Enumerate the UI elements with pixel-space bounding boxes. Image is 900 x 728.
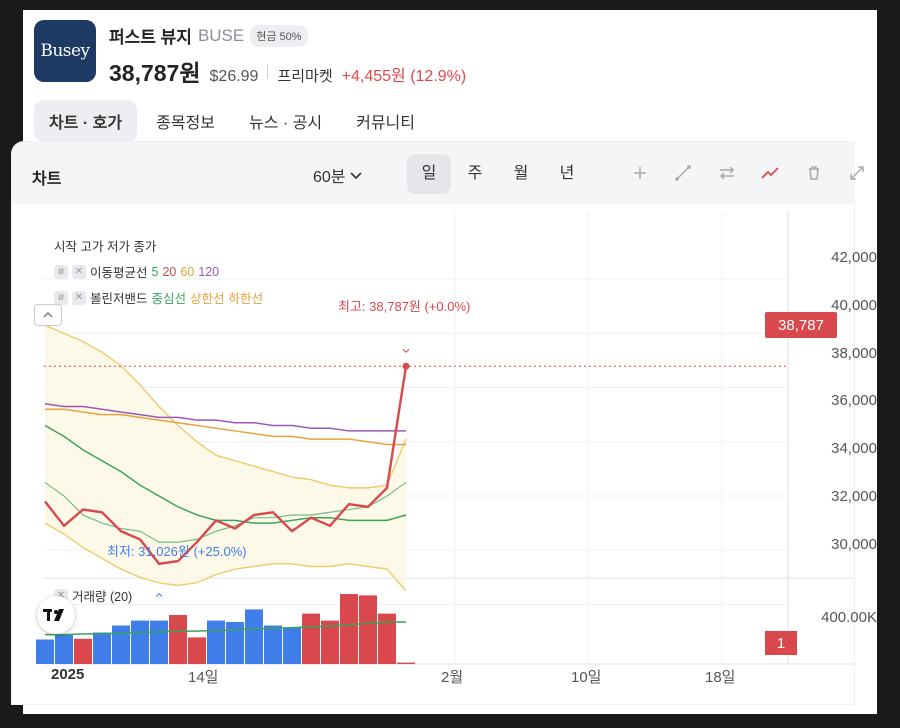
legend-ma: ø ✕ 이동평균선 5 20 60 120	[54, 262, 219, 281]
legend-ohlc-label: 시작 고가 저가 종가	[54, 240, 157, 254]
legend-ohlc: 시작 고가 저가 종가	[54, 236, 156, 255]
x-tick-label: 2025	[51, 666, 85, 683]
y-tick-label: 38,000	[831, 345, 877, 362]
y-tick-label: 36,000	[831, 392, 877, 409]
volume-bar	[302, 613, 320, 664]
x-tick-label: 10일	[571, 669, 602, 686]
collapse-legend-button[interactable]	[34, 304, 62, 326]
x-tick-label: 14일	[188, 669, 219, 686]
volume-bar	[264, 625, 282, 664]
low-marker	[155, 592, 163, 597]
close-icon[interactable]: ✕	[72, 264, 86, 279]
volume-bar	[378, 613, 396, 664]
high-marker	[402, 348, 410, 353]
legend-bb-lower: 하한선	[228, 292, 264, 306]
y-tick-label: 34,000	[831, 440, 877, 457]
current-price-tag: 38,787	[765, 312, 837, 338]
volume-bar	[150, 620, 168, 664]
volume-bar	[245, 609, 263, 664]
legend-bb-label: 볼린저밴드	[90, 292, 148, 306]
chevron-up-icon	[43, 312, 53, 318]
volume-bar	[36, 639, 54, 664]
volume-bar	[359, 595, 377, 664]
last-price-point	[402, 362, 410, 370]
high-annotation: 최고: 38,787원 (+0.0%)	[338, 299, 471, 314]
x-tick-label: 18일	[705, 669, 736, 686]
volume-tag: 1	[765, 631, 797, 655]
volume-bar	[93, 632, 111, 664]
y-tick-label: 32,000	[831, 488, 877, 505]
volume-bar	[340, 594, 358, 664]
legend-ma-label: 이동평균선	[90, 266, 148, 280]
legend-volume-label: 거래량 (20)	[72, 590, 133, 604]
legend-bb: ø ✕ 볼린저밴드 중심선 상한선 하한선	[54, 288, 263, 307]
legend-ma120: 120	[198, 264, 220, 279]
price-chart[interactable]	[0, 0, 900, 728]
legend-ma60: 60	[180, 264, 195, 279]
close-icon[interactable]: ✕	[72, 290, 86, 305]
volume-axis-label: 400.00K	[821, 609, 877, 626]
volume-bar	[112, 625, 130, 664]
volume-bar	[397, 662, 415, 664]
legend-ma5: 5	[151, 264, 159, 279]
eye-off-icon[interactable]: ø	[54, 290, 68, 305]
eye-off-icon[interactable]: ø	[54, 264, 68, 279]
volume-bar	[55, 634, 73, 664]
y-tick-label: 40,000	[831, 297, 877, 314]
tradingview-icon	[43, 609, 64, 621]
volume-bar	[207, 620, 225, 664]
y-tick-label: 42,000	[831, 249, 877, 266]
volume-bar	[131, 620, 149, 664]
volume-bar	[283, 627, 301, 664]
volume-bar	[226, 622, 244, 664]
volume-bar	[169, 615, 187, 664]
legend-bb-center: 중심선	[151, 292, 187, 306]
volume-bar	[74, 638, 92, 664]
x-tick-label: 2월	[441, 669, 464, 686]
volume-bar	[188, 637, 206, 664]
tradingview-logo[interactable]	[37, 596, 75, 634]
legend-ma20: 20	[162, 264, 177, 279]
y-tick-label: 30,000	[831, 536, 877, 553]
legend-bb-upper: 상한선	[190, 292, 225, 306]
low-annotation: 최저: 31,026원 (+25.0%)	[107, 544, 247, 559]
